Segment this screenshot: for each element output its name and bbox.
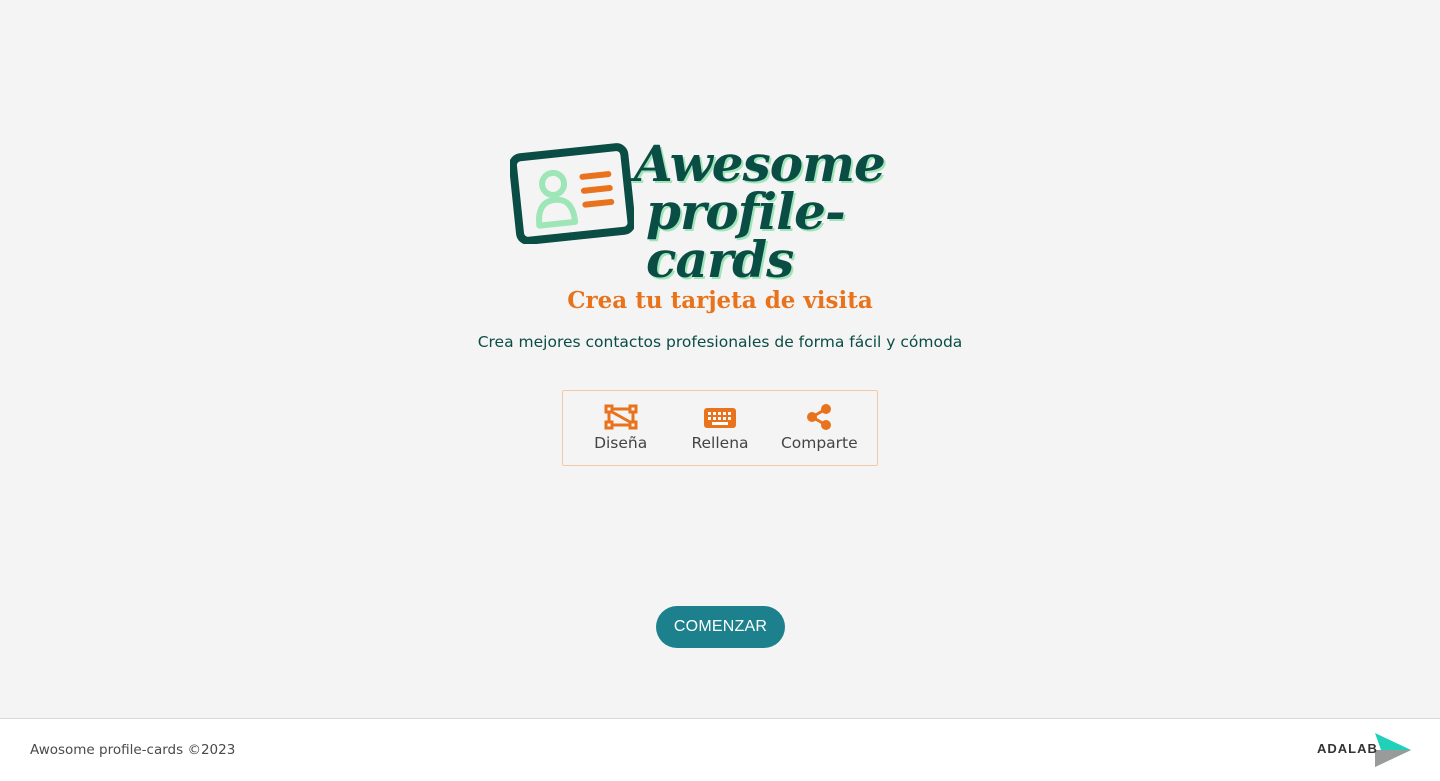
footer: Awosome profile-cards ©2023 ADALAB (0, 718, 1440, 781)
design-shape-icon (604, 404, 638, 430)
step-label: Comparte (780, 434, 858, 452)
step-share: Comparte (771, 403, 867, 453)
step-fill: Rellena (672, 403, 768, 453)
page-title: Crea tu tarjeta de visita (567, 287, 873, 314)
step-label: Diseña (594, 434, 648, 452)
app-logo: Awesome profile-cards (510, 139, 934, 285)
landing-main: Awesome profile-cards Crea tu tarjeta de… (0, 0, 1440, 718)
adalab-brand: ADALAB (1317, 741, 1378, 756)
step-label: Rellena (691, 434, 749, 452)
share-icon (807, 404, 832, 430)
footer-copyright: Awosome profile-cards ©2023 (30, 742, 236, 758)
step-design: Diseña (573, 403, 669, 453)
start-button[interactable]: COMENZAR (656, 606, 785, 648)
logo-wordmark: Awesome profile-cards (634, 139, 934, 289)
profile-card-icon (510, 143, 634, 244)
page-subtitle: Crea mejores contactos profesionales de … (477, 333, 963, 351)
steps-panel: Diseña Rellena Comparte (562, 390, 878, 466)
keyboard-icon (703, 408, 736, 428)
adalab-logo[interactable]: ADALAB (1315, 731, 1413, 769)
logo-line-2: profile-cards (646, 182, 846, 289)
